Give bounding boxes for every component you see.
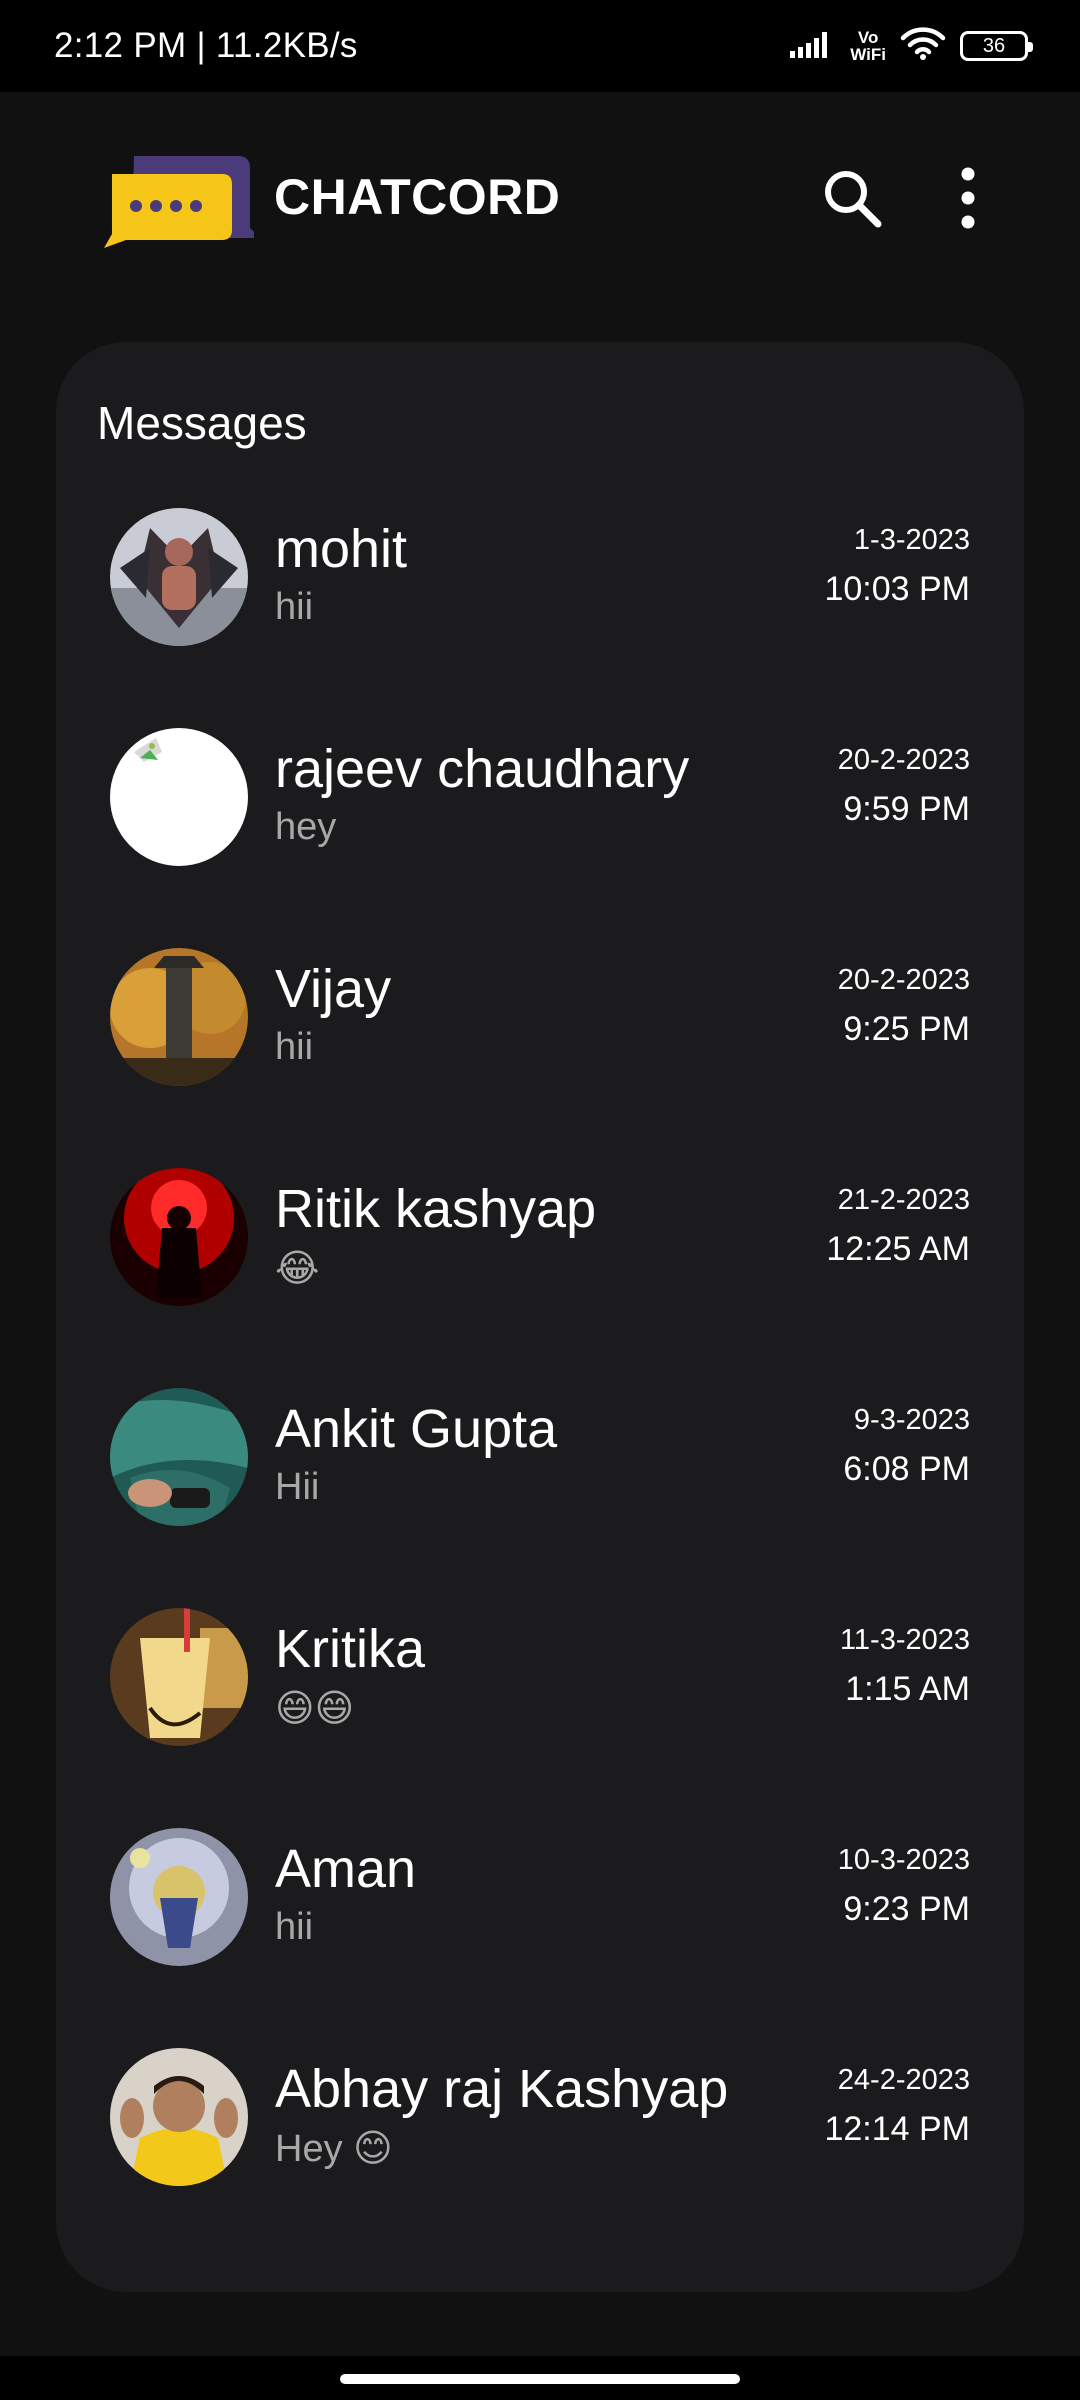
search-icon: [820, 166, 884, 235]
status-bar: 2:12 PM | 11.2KB/s Vo WiFi 36: [0, 0, 1080, 92]
message-time: 10:03 PM: [824, 570, 970, 608]
message-date: 11-3-2023: [839, 1624, 970, 1656]
contact-name: Aman: [275, 1839, 417, 1899]
last-message: hey: [275, 806, 337, 848]
more-vertical-icon: [958, 166, 978, 235]
message-date: 10-3-2023: [837, 1844, 970, 1876]
message-date: 24-2-2023: [837, 2064, 970, 2096]
message-date: 9-3-2023: [853, 1404, 970, 1436]
message-time: 1:15 AM: [845, 1670, 970, 1708]
avatar[interactable]: [110, 2048, 248, 2186]
last-message: 😄😄: [275, 1688, 355, 1730]
chat-list: mohit hii 1-3-2023 10:03 PM rajeev chaud…: [56, 482, 1024, 2242]
app-header: CHATCORD: [0, 92, 1080, 312]
battery-icon: 36: [960, 31, 1033, 61]
vowifi-top-label: Vo: [857, 28, 879, 47]
chat-item-abhay-raj-kashyap[interactable]: Abhay raj Kashyap Hey 😊 24-2-2023 12:14 …: [56, 2022, 1024, 2242]
last-message: Hii: [275, 1466, 320, 1508]
app-title: CHATCORD: [274, 169, 561, 225]
avatar[interactable]: [110, 1388, 248, 1526]
message-time: 12:14 PM: [824, 2110, 970, 2148]
avatar[interactable]: [110, 508, 248, 646]
status-icons: Vo WiFi 36: [788, 26, 1033, 66]
message-date: 1-3-2023: [853, 524, 970, 556]
messages-card: Messages mohit hii 1-3-2023 10:03 PM raj…: [56, 342, 1024, 2292]
signal-icon: [788, 29, 836, 64]
search-button[interactable]: [814, 162, 890, 238]
battery-level: 36: [982, 34, 1006, 57]
message-time: 6:08 PM: [843, 1450, 970, 1488]
avatar[interactable]: [110, 948, 248, 1086]
contact-name: mohit: [275, 519, 408, 579]
contact-name: rajeev chaudhary: [275, 739, 690, 799]
avatar[interactable]: [110, 728, 248, 866]
status-time: 2:12 PM | 11.2KB/s: [54, 26, 358, 65]
avatar[interactable]: [110, 1608, 248, 1746]
last-message: hii: [275, 586, 314, 628]
contact-name: Ankit Gupta: [275, 1399, 558, 1459]
message-time: 9:23 PM: [843, 1890, 970, 1928]
messages-title: Messages: [97, 397, 307, 449]
navigation-bar: [0, 2356, 1080, 2400]
last-message: 😂: [275, 1248, 320, 1290]
avatar[interactable]: [110, 1168, 248, 1306]
avatar[interactable]: [110, 1828, 248, 1966]
chat-item-ankit-gupta[interactable]: Ankit Gupta Hii 9-3-2023 6:08 PM: [56, 1362, 1024, 1582]
contact-name: Abhay raj Kashyap: [275, 2059, 729, 2119]
chat-item-aman[interactable]: Aman hii 10-3-2023 9:23 PM: [56, 1802, 1024, 2022]
vowifi-icon: Vo WiFi: [850, 29, 886, 63]
contact-name: Ritik kashyap: [275, 1179, 597, 1239]
contact-name: Kritika: [275, 1619, 426, 1679]
message-time: 9:25 PM: [843, 1010, 970, 1048]
chat-item-kritika[interactable]: Kritika 😄😄 11-3-2023 1:15 AM: [56, 1582, 1024, 1802]
message-date: 20-2-2023: [837, 744, 970, 776]
more-options-button[interactable]: [930, 162, 1006, 238]
last-message: Hey 😊: [275, 2128, 393, 2170]
message-time: 12:25 AM: [826, 1230, 970, 1268]
last-message: hii: [275, 1026, 314, 1068]
wifi-icon: [900, 26, 946, 66]
chat-bubble-logo-icon: [104, 150, 260, 250]
chat-item-vijay[interactable]: Vijay hii 20-2-2023 9:25 PM: [56, 922, 1024, 1142]
last-message: hii: [275, 1906, 314, 1948]
chat-item-mohit[interactable]: mohit hii 1-3-2023 10:03 PM: [56, 482, 1024, 702]
message-date: 21-2-2023: [837, 1184, 970, 1216]
home-indicator[interactable]: [340, 2374, 740, 2384]
chat-item-rajeev-chaudhary[interactable]: rajeev chaudhary hey 20-2-2023 9:59 PM: [56, 702, 1024, 922]
message-date: 20-2-2023: [837, 964, 970, 996]
chat-item-ritik-kashyap[interactable]: Ritik kashyap 😂 21-2-2023 12:25 AM: [56, 1142, 1024, 1362]
vowifi-bottom-label: WiFi: [850, 45, 886, 64]
contact-name: Vijay: [275, 959, 392, 1019]
message-time: 9:59 PM: [843, 790, 970, 828]
